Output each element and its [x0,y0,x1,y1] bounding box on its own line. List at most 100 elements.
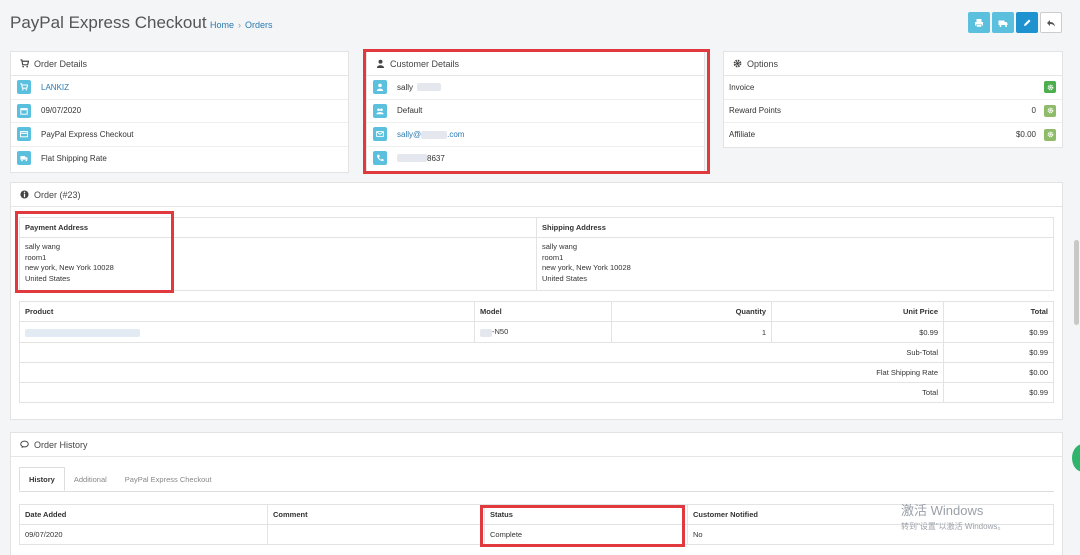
options-panel: Options Invoice Reward Points 0 Affiliat… [723,51,1063,148]
reward-points-value: 0 [1031,106,1036,116]
phone-icon [373,151,387,166]
pencil-icon [1024,19,1031,26]
options-title: Options [747,58,779,69]
customer-name: sally [397,82,414,92]
col-quantity: Quantity [611,301,772,322]
back-button[interactable] [1040,12,1062,33]
col-unit-price: Unit Price [771,301,944,322]
print-icon [975,18,983,27]
order-title: Order (#23) [34,189,81,200]
shipping-method-row: Flat Shipping Rate [11,147,348,171]
payment-address-heading: Payment Address [19,217,537,238]
truck-icon [17,151,31,166]
floating-widget-button[interactable] [1072,444,1080,472]
customer-email-link[interactable]: sally@ .com [397,130,464,139]
breadcrumb-orders[interactable]: Orders [245,20,273,30]
gear-icon [1047,84,1053,91]
cart-icon [20,59,29,68]
tab-paypal-express-checkout[interactable]: PayPal Express Checkout [116,467,221,491]
history-tabs: History Additional PayPal Express Checko… [19,467,1054,492]
redacted-block [417,83,442,92]
subtotal-label: Sub-Total [19,342,944,363]
customer-email-row: sally@ .com [367,123,704,147]
watermark-line2: 转到"设置"以激活 Windows。 [901,522,1006,531]
payment-name: sally wang [25,242,61,251]
truck-icon [998,20,1008,27]
col-total: Total [943,301,1054,322]
grand-total-label: Total [19,382,944,403]
group-icon [373,103,387,118]
payment-method-row: PayPal Express Checkout [11,123,348,147]
col-product: Product [19,301,475,322]
calendar-icon [17,103,31,118]
info-icon [20,190,29,199]
order-panel: Order (#23) Payment Address Shipping Add… [10,182,1063,420]
shipping-total-value: $0.00 [943,362,1054,383]
page-header: PayPal Express Checkout Home › Orders [0,0,1080,44]
shipping-total-label: Flat Shipping Rate [19,362,944,383]
envelope-icon [373,127,387,142]
customer-phone-row: 8637 [367,147,704,171]
model-cell: -N50 [474,321,612,343]
tab-history[interactable]: History [19,467,65,491]
grand-total-value: $0.99 [943,382,1054,403]
order-details-heading: Order Details [11,52,348,76]
history-table: Date Added Comment Status Customer Notif… [19,504,1054,545]
history-status: Complete [484,524,688,545]
col-status: Status [484,504,688,525]
subtotal-value: $0.99 [943,342,1054,363]
reward-points-row: Reward Points 0 [724,100,1062,123]
shipping-city: new york, New York 10028 [542,263,631,272]
redacted-block [480,328,492,337]
unit-price-cell: $0.99 [771,321,944,343]
subtotal-row: Sub-Total $0.99 [19,342,1054,363]
affiliate-button[interactable] [1044,128,1056,141]
customer-details-panel: Customer Details sally Default sally@ .co… [366,51,705,173]
reward-points-button[interactable] [1044,104,1056,117]
products-table: Product Model Quantity Unit Price Total … [19,301,1054,403]
breadcrumb-separator: › [238,20,242,30]
print-invoice-button[interactable] [968,12,990,33]
payment-city: new york, New York 10028 [25,263,114,272]
customer-name-row: sally [367,76,704,100]
col-comment: Comment [267,504,485,525]
redacted-block [421,130,448,139]
gear-icon [733,59,742,68]
shipping-address: sally wang room1 new york, New York 1002… [536,237,1054,291]
product-link[interactable] [25,328,140,337]
shipping-method: Flat Shipping Rate [41,153,107,163]
invoice-row: Invoice [724,76,1062,100]
print-shipping-button[interactable] [992,12,1014,33]
generate-invoice-button[interactable] [1044,81,1056,94]
card-icon [17,127,31,142]
payment-country: United States [25,273,71,283]
gear-icon [1047,131,1053,138]
store-link[interactable]: LANKIZ [41,83,69,92]
table-row: -N50 1 $0.99 $0.99 [19,321,1054,343]
address-table: Payment Address Shipping Address sally w… [19,217,1054,291]
header-actions [968,12,1062,33]
breadcrumb: Home › Orders [210,20,273,30]
breadcrumb-home[interactable]: Home [210,20,234,30]
customer-details-heading: Customer Details [367,52,704,76]
history-comment [267,524,485,545]
grand-total-row: Total $0.99 [19,382,1054,403]
customer-group-row: Default [367,100,704,123]
quantity-cell: 1 [611,321,772,343]
user-icon [373,80,387,95]
history-date: 09/07/2020 [19,524,268,545]
user-icon [376,59,385,68]
customer-group: Default [397,106,423,116]
edit-order-button[interactable] [1016,12,1038,33]
payment-address: sally wang room1 new york, New York 1002… [19,237,537,291]
comment-icon [20,440,29,449]
page-title: PayPal Express Checkout [10,13,207,32]
invoice-label: Invoice [729,82,755,92]
order-history-title: Order History [34,439,88,450]
affiliate-row: Affiliate $0.00 [724,123,1062,147]
tab-additional[interactable]: Additional [65,467,116,491]
scrollbar-thumb[interactable] [1074,240,1079,325]
customer-phone-end: 8637 [427,153,445,163]
total-cell: $0.99 [943,321,1054,343]
reward-points-label: Reward Points [729,106,782,116]
